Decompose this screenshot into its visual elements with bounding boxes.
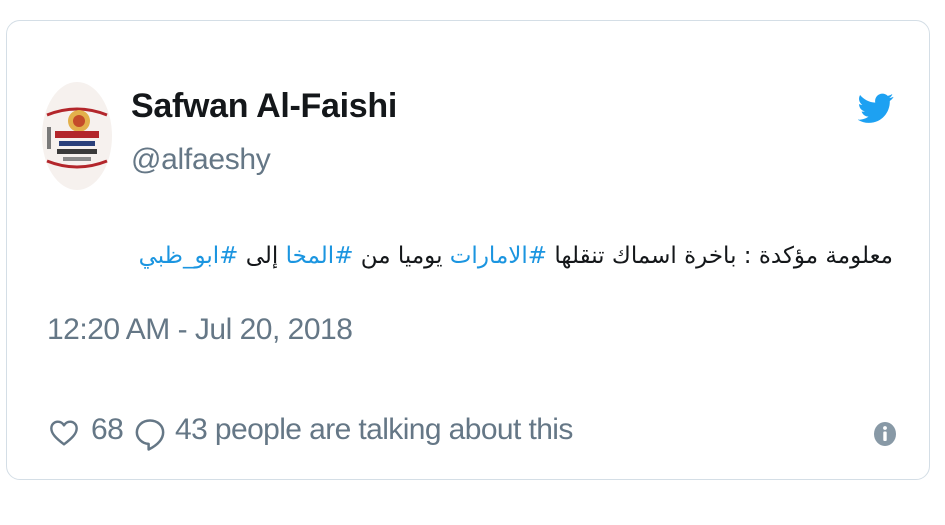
hashtag-link[interactable]: #المخا	[286, 243, 354, 269]
hashtag-link[interactable]: #ابو_ظبي	[139, 243, 239, 269]
reply-bubble-icon[interactable]	[133, 417, 167, 453]
info-icon[interactable]	[873, 421, 897, 447]
author-display-name[interactable]: Safwan Al-Faishi	[131, 87, 397, 126]
tweet-text-segment: معلومة مؤكدة : باخرة اسماك تنقلها	[547, 243, 893, 269]
author-handle[interactable]: @alfaeshy	[131, 143, 271, 177]
avatar-image	[42, 82, 112, 190]
heart-icon[interactable]	[47, 417, 81, 449]
twitter-bird-icon[interactable]	[858, 90, 894, 126]
tweet-text: معلومة مؤكدة : باخرة اسماك تنقلها #الاما…	[139, 243, 893, 269]
tweet-actions: 68 43 people are talking about this	[47, 407, 907, 457]
hashtag-link[interactable]: #الامارات	[450, 243, 547, 269]
tweet-text-segment: إلى	[238, 243, 286, 269]
avatar[interactable]	[41, 81, 113, 191]
talking-about-this-link[interactable]: 43 people are talking about this	[175, 413, 573, 447]
tweet-text-segment: يوميا من	[353, 243, 450, 269]
tweet-timestamp[interactable]: 12:20 AM - Jul 20, 2018	[47, 313, 353, 347]
tweet-card[interactable]: Safwan Al-Faishi @alfaeshy معلومة مؤكدة …	[6, 20, 930, 480]
like-count[interactable]: 68	[91, 413, 124, 447]
